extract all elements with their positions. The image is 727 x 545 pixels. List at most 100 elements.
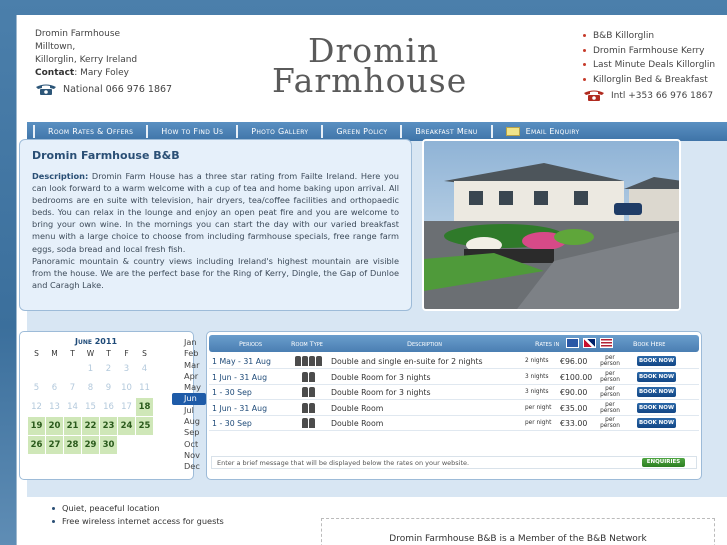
calendar-empty-cell: [46, 360, 63, 378]
calendar-empty-cell: [28, 360, 45, 378]
rates-panel: Periods Room Type Description Rates in B…: [206, 331, 702, 480]
calendar-day[interactable]: 24: [118, 417, 135, 435]
month-item[interactable]: Aug: [172, 416, 206, 427]
calendar-day[interactable]: 30: [100, 436, 117, 454]
calendar-day[interactable]: 14: [64, 398, 81, 416]
month-item[interactable]: Nov: [172, 450, 206, 461]
guests-icon: [302, 371, 315, 382]
calendar-day[interactable]: 23: [100, 417, 117, 435]
calendar-day[interactable]: 22: [82, 417, 99, 435]
calendar-day[interactable]: 1: [82, 360, 99, 378]
guests-icon: [302, 387, 315, 397]
calendar-day[interactable]: 16: [100, 398, 117, 416]
weekday-label: T: [106, 348, 111, 358]
month-item[interactable]: Jun: [172, 393, 206, 405]
header: Dromin Farmhouse Milltown, Killorglin, K…: [17, 15, 727, 119]
calendar-day[interactable]: 15: [82, 398, 99, 416]
header-link[interactable]: Dromin Farmhouse Kerry: [583, 44, 715, 59]
calendar-day[interactable]: 9: [100, 379, 117, 397]
calendar-day[interactable]: 21: [64, 417, 81, 435]
us-flag-icon[interactable]: [600, 338, 613, 348]
book-now-button[interactable]: BOOK NOW: [637, 371, 676, 382]
calendar-day[interactable]: 12: [28, 398, 45, 416]
header-periods: Periods: [239, 340, 262, 348]
nav-breakfast-menu[interactable]: Breakfast Menu: [400, 125, 490, 138]
header-link[interactable]: Last Minute Deals Killorglin: [583, 58, 715, 73]
calendar-day[interactable]: 20: [46, 417, 63, 435]
rate-period: 1 Jun - 31 Aug: [212, 403, 268, 413]
calendar-empty-cell: [64, 360, 81, 378]
header-book-here: Book Here: [633, 340, 666, 348]
header-link[interactable]: Killorglin Bed & Breakfast: [583, 73, 715, 88]
weekday-label: W: [86, 348, 95, 358]
calendar-day[interactable]: 11: [136, 379, 153, 397]
month-item[interactable]: Apr: [172, 371, 206, 382]
rates-header: Periods Room Type Description Rates in B…: [209, 335, 699, 352]
rate-row: 1 Jun - 31 Aug Double Room per night €35.00…: [209, 401, 699, 416]
nav-find-us[interactable]: How to Find Us: [146, 125, 236, 138]
rate-description: Double Room: [331, 403, 384, 413]
month-item[interactable]: Jan: [172, 337, 206, 348]
calendar-day[interactable]: 29: [82, 436, 99, 454]
site-logo[interactable]: Dromin Farmhouse: [272, 31, 472, 103]
calendar-day[interactable]: 5: [28, 379, 45, 397]
calendar-day[interactable]: 28: [64, 436, 81, 454]
calendar-day[interactable]: 3: [118, 360, 135, 378]
rate-period: 1 May - 31 Aug: [212, 357, 271, 366]
month-item[interactable]: Jul: [172, 405, 206, 416]
month-item[interactable]: Feb: [172, 348, 206, 359]
calendar-day[interactable]: 19: [28, 417, 45, 435]
month-item[interactable]: Sep: [172, 427, 206, 438]
nav-green-policy[interactable]: Green Policy: [321, 125, 400, 138]
address-line: Killorglin, Kerry Ireland: [35, 55, 138, 65]
calendar-day[interactable]: 10: [118, 379, 135, 397]
description-label: Description:: [32, 171, 89, 181]
month-list: Jan Feb Mar Apr May Jun Jul Aug Sep Oct Nov Dec: [172, 337, 206, 473]
calendar-day[interactable]: 17: [118, 398, 135, 416]
uk-flag-icon[interactable]: [583, 338, 596, 348]
book-now-button[interactable]: BOOK NOW: [637, 387, 676, 397]
rate-period: 1 - 30 Sep: [212, 388, 252, 397]
book-now-button[interactable]: BOOK NOW: [637, 356, 676, 366]
guests-icon: [302, 418, 315, 428]
header-links: B&B Killorglin Dromin Farmhouse Kerry La…: [583, 29, 715, 87]
calendar-day[interactable]: 8: [82, 379, 99, 397]
person-icon: [302, 387, 308, 397]
rates-message: Enter a brief message that will be displ…: [211, 456, 697, 469]
person-icon: [309, 402, 315, 413]
nav-email-enquiry[interactable]: Email Enquiry: [490, 125, 593, 138]
rate-per: per person: [600, 401, 620, 414]
calendar-day[interactable]: 26: [28, 436, 45, 454]
book-now-button[interactable]: BOOK NOW: [637, 402, 676, 413]
month-item[interactable]: Oct: [172, 439, 206, 450]
weekday-label: M: [51, 348, 58, 358]
header-link[interactable]: B&B Killorglin: [583, 29, 715, 44]
month-item[interactable]: Dec: [172, 461, 206, 472]
farmhouse-image: [424, 141, 679, 309]
rate-price: €35.00: [560, 403, 588, 413]
calendar-day[interactable]: 2: [100, 360, 117, 378]
book-now-button[interactable]: BOOK NOW: [637, 418, 676, 428]
rate-price: €33.00: [560, 419, 588, 428]
month-item[interactable]: May: [172, 382, 206, 393]
weekday-label: T: [70, 348, 75, 358]
calendar-day[interactable]: 6: [46, 379, 63, 397]
rate-per: per person: [600, 370, 620, 383]
rate-row: 1 May - 31 Aug Double and single en-suite…: [209, 354, 699, 369]
calendar-day[interactable]: 4: [136, 360, 153, 378]
rate-unit: 3 nights: [525, 389, 549, 395]
eu-flag-icon[interactable]: [566, 338, 579, 348]
nav-photo-gallery[interactable]: Photo Gallery: [236, 125, 321, 138]
nav-room-rates[interactable]: Room Rates & Offers: [33, 125, 146, 138]
calendar-day[interactable]: 25: [136, 417, 153, 435]
header-room-type: Room Type: [291, 340, 323, 348]
person-icon: [309, 387, 315, 397]
calendar-day[interactable]: 7: [64, 379, 81, 397]
enquiries-button[interactable]: ENQUIRIES: [642, 458, 685, 467]
calendar-day[interactable]: 18: [136, 398, 153, 416]
calendar-day[interactable]: 27: [46, 436, 63, 454]
contact-label: Contact: [35, 68, 75, 78]
telephone-icon: [36, 84, 56, 95]
month-item[interactable]: Mar: [172, 360, 206, 371]
calendar-day[interactable]: 13: [46, 398, 63, 416]
